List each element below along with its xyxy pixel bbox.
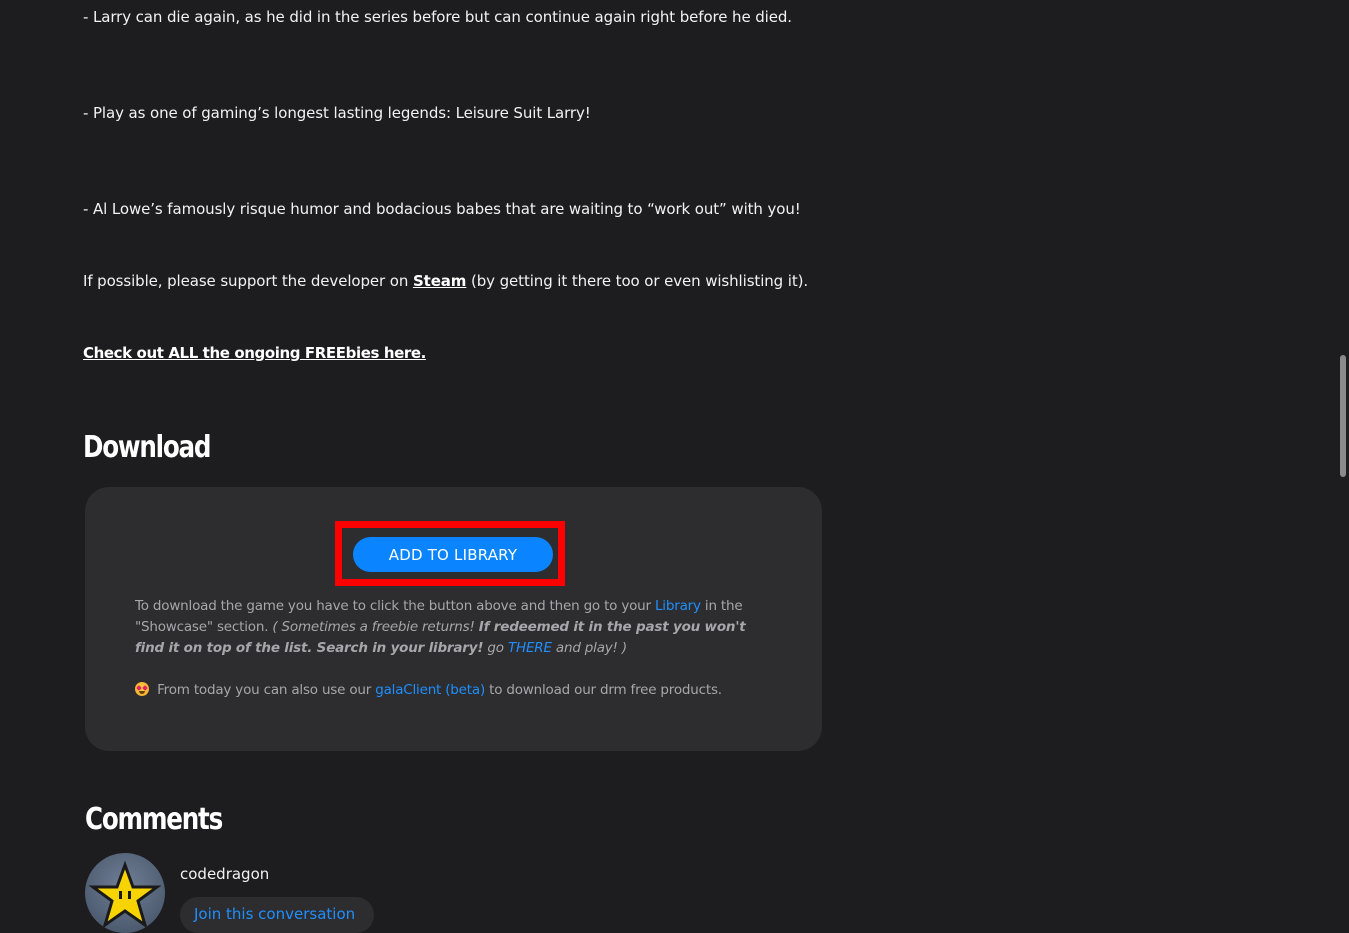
star-avatar-icon	[88, 860, 162, 929]
freebies-link[interactable]: Check out ALL the ongoing FREEbies here.	[83, 344, 426, 362]
support-suffix: (by getting it there too or even wishlis…	[466, 272, 809, 290]
instructions-italic-2: go	[483, 640, 508, 656]
there-link[interactable]: THERE	[508, 640, 552, 656]
instructions-italic-1: ( Sometimes a freebie returns!	[272, 619, 479, 635]
comments-heading: Comments	[85, 802, 223, 837]
galaclient-prefix: From today you can also use our	[153, 682, 376, 698]
instructions-text-1: To download the game you have to click t…	[135, 598, 655, 614]
download-heading: Download	[83, 430, 211, 465]
library-link[interactable]: Library	[655, 598, 701, 614]
instructions-italic-3: and play! )	[551, 640, 627, 656]
steam-link[interactable]: Steam	[413, 272, 467, 290]
download-instructions: To download the game you have to click t…	[135, 596, 775, 659]
freebies-paragraph: Check out ALL the ongoing FREEbies here.	[83, 344, 426, 362]
support-paragraph: If possible, please support the develope…	[83, 272, 808, 290]
add-to-library-button[interactable]: ADD TO LIBRARY	[353, 537, 553, 572]
join-conversation-button[interactable]: Join this conversation	[180, 897, 374, 933]
avatar[interactable]	[85, 853, 165, 933]
support-prefix: If possible, please support the develope…	[83, 272, 413, 290]
comment-username[interactable]: codedragon	[180, 865, 269, 883]
galaclient-note: From today you can also use our galaClie…	[135, 680, 775, 701]
description-line-2: - Play as one of gaming’s longest lastin…	[83, 104, 591, 122]
star-struck-emoji-icon	[135, 682, 149, 696]
scrollbar-thumb[interactable]	[1340, 355, 1346, 477]
galaclient-link[interactable]: galaClient (beta)	[375, 682, 485, 698]
description-line-3: - Al Lowe’s famously risque humor and bo…	[83, 200, 801, 218]
galaclient-suffix: to download our drm free products.	[485, 682, 722, 698]
description-line-1: - Larry can die again, as he did in the …	[83, 8, 792, 26]
